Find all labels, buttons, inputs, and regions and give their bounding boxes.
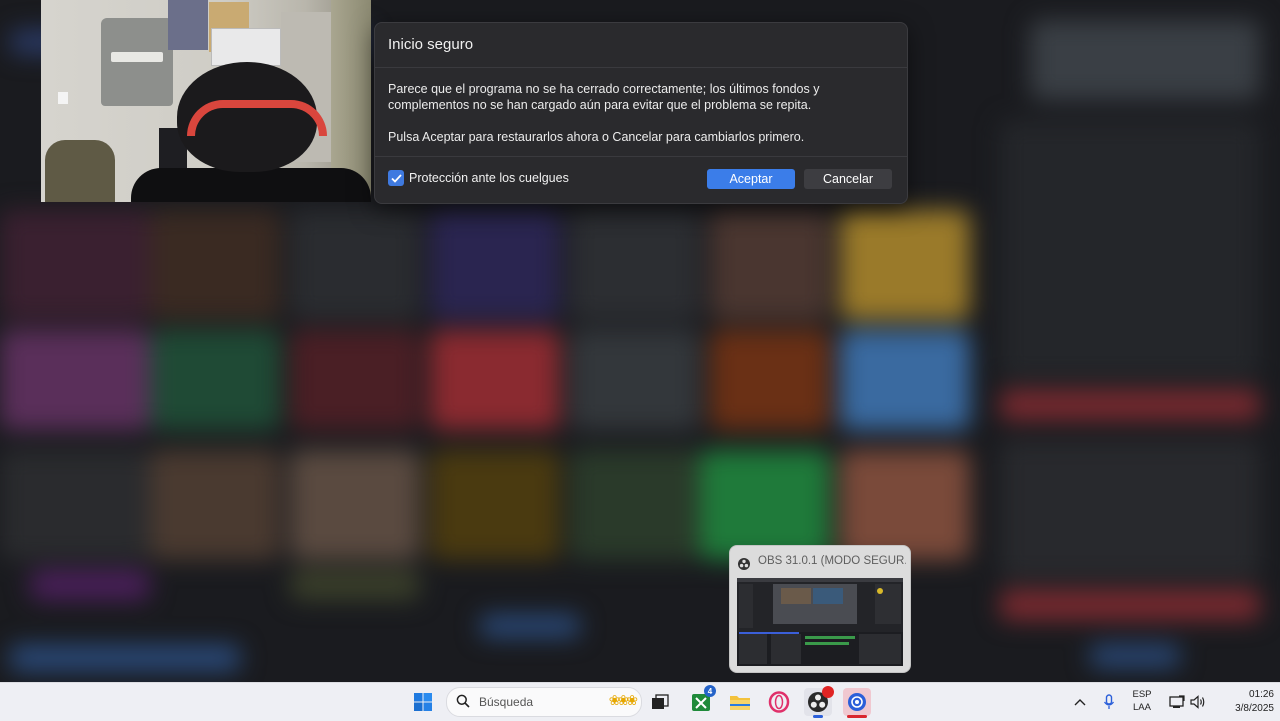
safe-mode-dialog: Inicio seguro Parece que el programa no … [374,22,908,204]
dialog-message-secondary: Pulsa Aceptar para restaurarlos ahora o … [388,130,805,144]
cancel-button[interactable]: Cancelar [804,169,892,189]
dialog-title: Inicio seguro [388,36,474,53]
dialog-message: Parece que el programa no se ha cerrado … [388,82,820,112]
clock-date: 3/8/2025 [1235,703,1274,714]
checkmark-icon [388,170,404,186]
xbox-icon[interactable]: 4 [687,685,716,716]
dialog-divider [375,156,907,157]
opera-gx-icon[interactable] [765,688,793,716]
webcam-feed [41,0,371,202]
active-indicator [813,715,823,718]
microphone-icon[interactable] [1100,693,1118,711]
checkbox-label: Protección ante los cuelgues [409,171,569,185]
taskbar-window-preview[interactable]: OBS 31.0.1 (MODO SEGUR... [729,545,911,673]
obs-icon [738,557,750,570]
crash-protection-checkbox[interactable]: Protección ante los cuelgues [388,169,569,187]
system-clock[interactable]: 01:26 3/8/2025 [1222,688,1274,716]
search-icon [456,694,470,713]
language-indicator[interactable]: ESP LAA [1127,688,1157,714]
active-indicator [847,715,867,718]
accept-button[interactable]: Aceptar [707,169,795,189]
file-explorer-icon[interactable] [726,688,754,716]
keyboard-layout: LAA [1133,702,1151,713]
chevron-up-icon[interactable] [1071,693,1089,711]
taskbar: ❀❀❀ 4 ESP LAA 01:26 3/8/2025 [0,682,1280,721]
xbox-notification-badge: 4 [704,685,716,697]
clock-time: 01:26 [1248,689,1274,700]
dialog-divider [375,67,907,68]
language-code: ESP [1132,689,1152,700]
windows-start-icon[interactable] [409,688,437,716]
sunflower-highlight-icon: ❀❀❀ [608,692,638,708]
task-view-icon[interactable] [646,688,674,716]
volume-icon[interactable] [1189,693,1207,711]
obs-recording-dot [822,686,834,698]
search-input[interactable] [477,691,596,713]
preview-title: OBS 31.0.1 (MODO SEGUR... [758,555,906,567]
network-icon[interactable] [1168,693,1186,711]
screen-capture-icon[interactable] [843,688,871,718]
taskbar-search-box[interactable]: ❀❀❀ [446,687,642,717]
preview-thumbnail [737,578,903,666]
obs-icon[interactable] [804,686,834,718]
